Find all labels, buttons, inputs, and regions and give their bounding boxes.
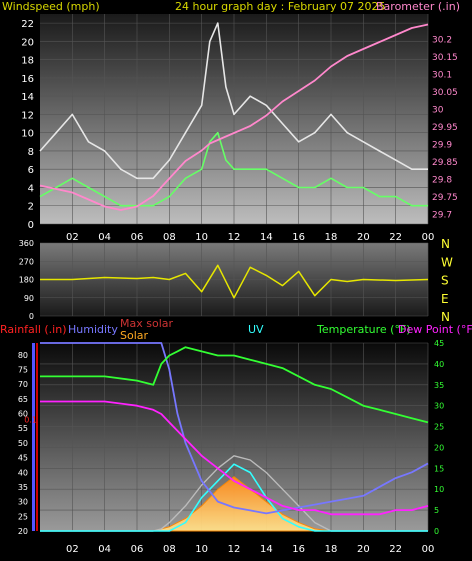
temp-x-tick-label: 20: [357, 544, 370, 555]
barometer-tick-label: 29.75: [432, 193, 458, 203]
humidity-label: Humidity: [68, 323, 118, 336]
humidity-tick-label: 20: [18, 527, 28, 536]
barometer-tick-label: 30.15: [432, 53, 458, 63]
temp-tick-label: 45: [434, 339, 444, 348]
rain-axis-bar: [36, 343, 38, 531]
wind-axis-title: Windspeed (mph): [2, 0, 100, 13]
barometer-tick-label: 29.95: [432, 123, 458, 133]
wind-tick-label: 20: [21, 37, 34, 48]
direction-tick-label: 90: [24, 294, 34, 303]
temp-tick-label: 15: [434, 464, 444, 473]
wind-tick-label: 10: [21, 129, 34, 140]
direction-tick-label: 180: [19, 276, 34, 285]
temp-x-tick-label: 18: [325, 544, 338, 555]
wind-tick-label: 14: [21, 92, 34, 103]
humidity-tick-label: 30: [18, 498, 28, 507]
temp-tick-label: 40: [434, 360, 444, 369]
barometer-tick-label: 30.05: [432, 88, 458, 98]
chart-canvas: Windspeed (mph) 24 hour graph day : Febr…: [0, 0, 472, 555]
wind-x-tick-label: 02: [66, 232, 79, 243]
humidity-axis-bar: [32, 343, 35, 531]
wind-x-tick-label: 20: [357, 232, 370, 243]
direction-tick-label: 360: [19, 239, 34, 248]
humidity-tick-label: 35: [18, 483, 28, 492]
wind-x-tick-label: 18: [325, 232, 338, 243]
temp-x-tick-label: 16: [292, 544, 305, 555]
wind-tick-label: 16: [21, 74, 34, 85]
barometer-tick-label: 29.7: [432, 211, 452, 221]
temp-tick-label: 30: [434, 402, 444, 411]
humidity-tick-label: 50: [18, 439, 28, 448]
temp-x-tick-label: 02: [66, 544, 79, 555]
solar-label: Solar: [120, 329, 149, 342]
compass-letter: N: [441, 237, 450, 251]
humidity-tick-label: 80: [18, 351, 28, 360]
barometer-tick-label: 30: [432, 106, 444, 116]
wind-x-tick-label: 16: [292, 232, 305, 243]
wind-tick-label: 18: [21, 56, 34, 67]
compass-letter: N: [441, 310, 450, 324]
rainfall-label: Rainfall (.in): [0, 323, 67, 336]
temp-x-tick-label: 00: [422, 544, 435, 555]
humidity-tick-label: 75: [18, 365, 28, 374]
humidity-tick-label: 65: [18, 395, 28, 404]
temp-x-tick-label: 10: [195, 544, 208, 555]
compass-letter: W: [441, 255, 453, 269]
wind-x-tick-label: 14: [260, 232, 273, 243]
compass-letter: E: [441, 292, 449, 306]
graph-title: 24 hour graph day : February 07 2025: [175, 0, 386, 13]
temperature-label: Temperature (°F): [316, 323, 411, 336]
wind-tick-label: 0: [28, 220, 34, 231]
weather-graph: Windspeed (mph) 24 hour graph day : Febr…: [0, 0, 472, 561]
wind-tick-label: 2: [28, 202, 34, 213]
dewpoint-label: Dew Point (°F): [398, 323, 472, 336]
barometer-tick-label: 29.85: [432, 158, 458, 168]
wind-x-tick-label: 22: [389, 232, 402, 243]
humidity-tick-label: 45: [18, 454, 28, 463]
compass-letter: S: [441, 274, 449, 288]
wind-x-tick-label: 00: [422, 232, 435, 243]
barometer-tick-label: 30.1: [432, 71, 452, 81]
wind-tick-label: 4: [28, 183, 34, 194]
wind-x-tick-label: 12: [228, 232, 241, 243]
barometer-tick-label: 29.9: [432, 141, 452, 151]
direction-tick-label: 0: [29, 312, 34, 321]
wind-x-tick-label: 04: [98, 232, 111, 243]
humidity-tick-label: 55: [18, 424, 28, 433]
rain-tick-label: 0.1: [24, 415, 37, 424]
wind-tick-label: 8: [28, 147, 34, 158]
temp-tick-label: 5: [434, 506, 439, 515]
temp-x-tick-label: 14: [260, 544, 273, 555]
temp-x-tick-label: 12: [228, 544, 241, 555]
barometer-tick-label: 29.8: [432, 176, 452, 186]
temp-x-tick-label: 08: [163, 544, 176, 555]
wind-tick-label: 22: [21, 19, 34, 30]
direction-tick-label: 270: [19, 257, 34, 266]
humidity-tick-label: 25: [18, 512, 28, 521]
temp-tick-label: 25: [434, 423, 444, 432]
wind-x-tick-label: 10: [195, 232, 208, 243]
wind-x-tick-label: 06: [131, 232, 144, 243]
barometer-axis-title: Barometer (.in): [376, 0, 460, 13]
humidity-tick-label: 70: [18, 380, 28, 389]
temp-tick-label: 0: [434, 527, 439, 536]
uv-label: UV: [248, 323, 264, 336]
temp-tick-label: 35: [434, 381, 444, 390]
wind-tick-label: 12: [21, 110, 34, 121]
temp-tick-label: 20: [434, 443, 444, 452]
temp-x-tick-label: 04: [98, 544, 111, 555]
temp-tick-label: 10: [434, 485, 444, 494]
temp-x-tick-label: 22: [389, 544, 402, 555]
humidity-tick-label: 40: [18, 468, 28, 477]
temp-x-tick-label: 06: [131, 544, 144, 555]
barometer-tick-label: 30.2: [432, 36, 452, 46]
wind-x-tick-label: 08: [163, 232, 176, 243]
wind-tick-label: 6: [28, 165, 34, 176]
